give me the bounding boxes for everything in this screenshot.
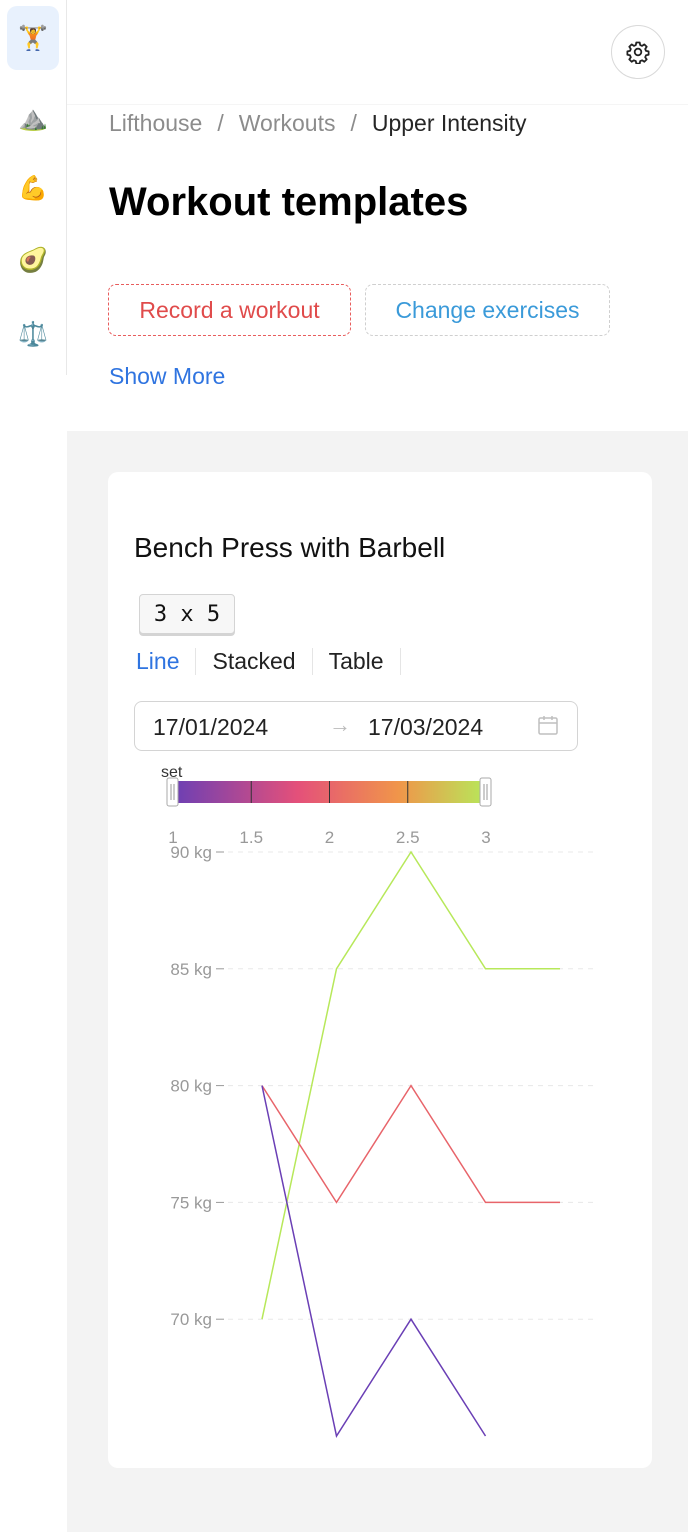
top-bar xyxy=(67,0,688,105)
legend-handle-left[interactable] xyxy=(166,777,179,807)
set-rep-scheme: 3 x 5 xyxy=(139,594,235,634)
settings-button[interactable] xyxy=(611,25,665,79)
legend-handle-right[interactable] xyxy=(479,777,492,807)
breadcrumb-current: Upper Intensity xyxy=(371,110,527,136)
y-tick-label: 70 kg xyxy=(170,1310,212,1329)
nav-item-exercises[interactable]: 💪 xyxy=(7,156,59,220)
page-title: Workout templates xyxy=(109,180,469,224)
mountain-icon: ⛰️ xyxy=(18,104,48,132)
tab-table[interactable]: Table xyxy=(313,648,401,675)
series-line-set-2 xyxy=(261,1084,560,1204)
weightlifter-icon: 🏋️ xyxy=(18,24,48,52)
record-workout-button[interactable]: Record a workout xyxy=(108,284,351,336)
exercise-title: Bench Press with Barbell xyxy=(134,532,446,563)
nav-item-nutrition[interactable]: 🥑 xyxy=(7,228,59,292)
arrow-right-icon: → xyxy=(329,712,351,737)
legend-tick-label: 3 xyxy=(481,828,490,847)
legend-ticks: 1 1.5 2 2.5 3 xyxy=(168,828,490,847)
chart-view-tabs: Line Stacked Table xyxy=(136,648,401,675)
y-tick-label: 75 kg xyxy=(170,1193,212,1212)
breadcrumb-separator: / xyxy=(217,110,224,136)
y-grid xyxy=(216,851,596,1320)
breadcrumb-home[interactable]: Lifthouse xyxy=(109,110,202,137)
y-axis-labels: 90 kg 85 kg 80 kg 75 kg 70 kg xyxy=(170,843,212,1329)
legend-tick-label: 2.5 xyxy=(396,828,420,847)
nav-item-goals[interactable]: ⛰️ xyxy=(7,86,59,150)
avocado-icon: 🥑 xyxy=(18,246,48,274)
change-exercises-button[interactable]: Change exercises xyxy=(365,284,610,336)
end-date-input[interactable]: 17/03/2024 xyxy=(368,714,483,741)
exercise-card: Bench Press with Barbell 3 x 5 Line Stac… xyxy=(108,472,652,1468)
tab-line[interactable]: Line xyxy=(136,648,197,675)
sidebar: 🏋️ ⛰️ 💪 🥑 ⚖️ xyxy=(0,0,67,375)
calendar-icon[interactable] xyxy=(537,714,559,736)
nav-item-workouts[interactable]: 🏋️ xyxy=(7,6,59,70)
gear-icon xyxy=(626,41,650,64)
show-more-link[interactable]: Show More xyxy=(109,363,225,390)
y-tick-label: 90 kg xyxy=(170,843,212,862)
y-tick-label: 80 kg xyxy=(170,1077,212,1096)
series-lines xyxy=(261,850,560,1438)
date-range-picker[interactable]: 17/01/2024 → 17/03/2024 xyxy=(134,701,578,751)
nav-item-bodyweight[interactable]: ⚖️ xyxy=(7,302,59,366)
balance-scale-icon: ⚖️ xyxy=(18,320,48,348)
progress-chart: set 1 1.5 2 2.5 3 90 kg85 kg80 kg75 kg70 kg xyxy=(161,764,596,1438)
legend-tick-label: 2 xyxy=(325,828,334,847)
flexed-biceps-icon: 💪 xyxy=(18,174,48,202)
tab-stacked[interactable]: Stacked xyxy=(196,648,313,675)
y-tick-label: 85 kg xyxy=(170,960,212,979)
breadcrumb: Lifthouse / Workouts / Upper Intensity xyxy=(109,110,527,137)
legend-tick-label: 1.5 xyxy=(239,828,263,847)
breadcrumb-workouts[interactable]: Workouts xyxy=(239,110,336,137)
start-date-input[interactable]: 17/01/2024 xyxy=(153,714,268,741)
breadcrumb-separator: / xyxy=(350,110,357,136)
